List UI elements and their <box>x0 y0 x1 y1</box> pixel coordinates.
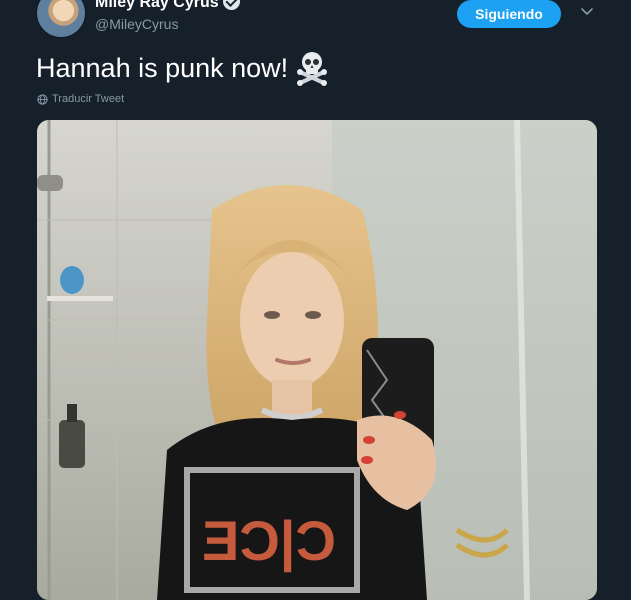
tweet-text-content: Hannah is punk now! <box>36 52 289 83</box>
display-name[interactable]: Miley Ray Cyrus <box>95 0 240 12</box>
shirt-graphic-text: ƎϽ|Ͻ <box>202 509 336 573</box>
translate-label[interactable]: Traducir Tweet <box>52 93 124 105</box>
avatar[interactable] <box>36 0 86 38</box>
skull-and-crossbones-icon <box>297 52 328 86</box>
tweet-text: Hannah is punk now! <box>36 50 330 86</box>
tweet-photo[interactable]: ƎϽ|Ͻ <box>37 120 597 600</box>
globe-icon <box>37 93 48 105</box>
user-handle[interactable]: @MileyCyrus <box>95 16 178 32</box>
mirror-selfie-image: ƎϽ|Ͻ <box>37 120 597 600</box>
verified-badge-icon <box>222 0 240 10</box>
translate-tweet-link[interactable]: Traducir Tweet <box>37 93 124 105</box>
display-name-text[interactable]: Miley Ray Cyrus <box>95 0 219 11</box>
chevron-down-icon[interactable] <box>579 6 595 18</box>
following-button[interactable]: Siguiendo <box>457 0 561 28</box>
